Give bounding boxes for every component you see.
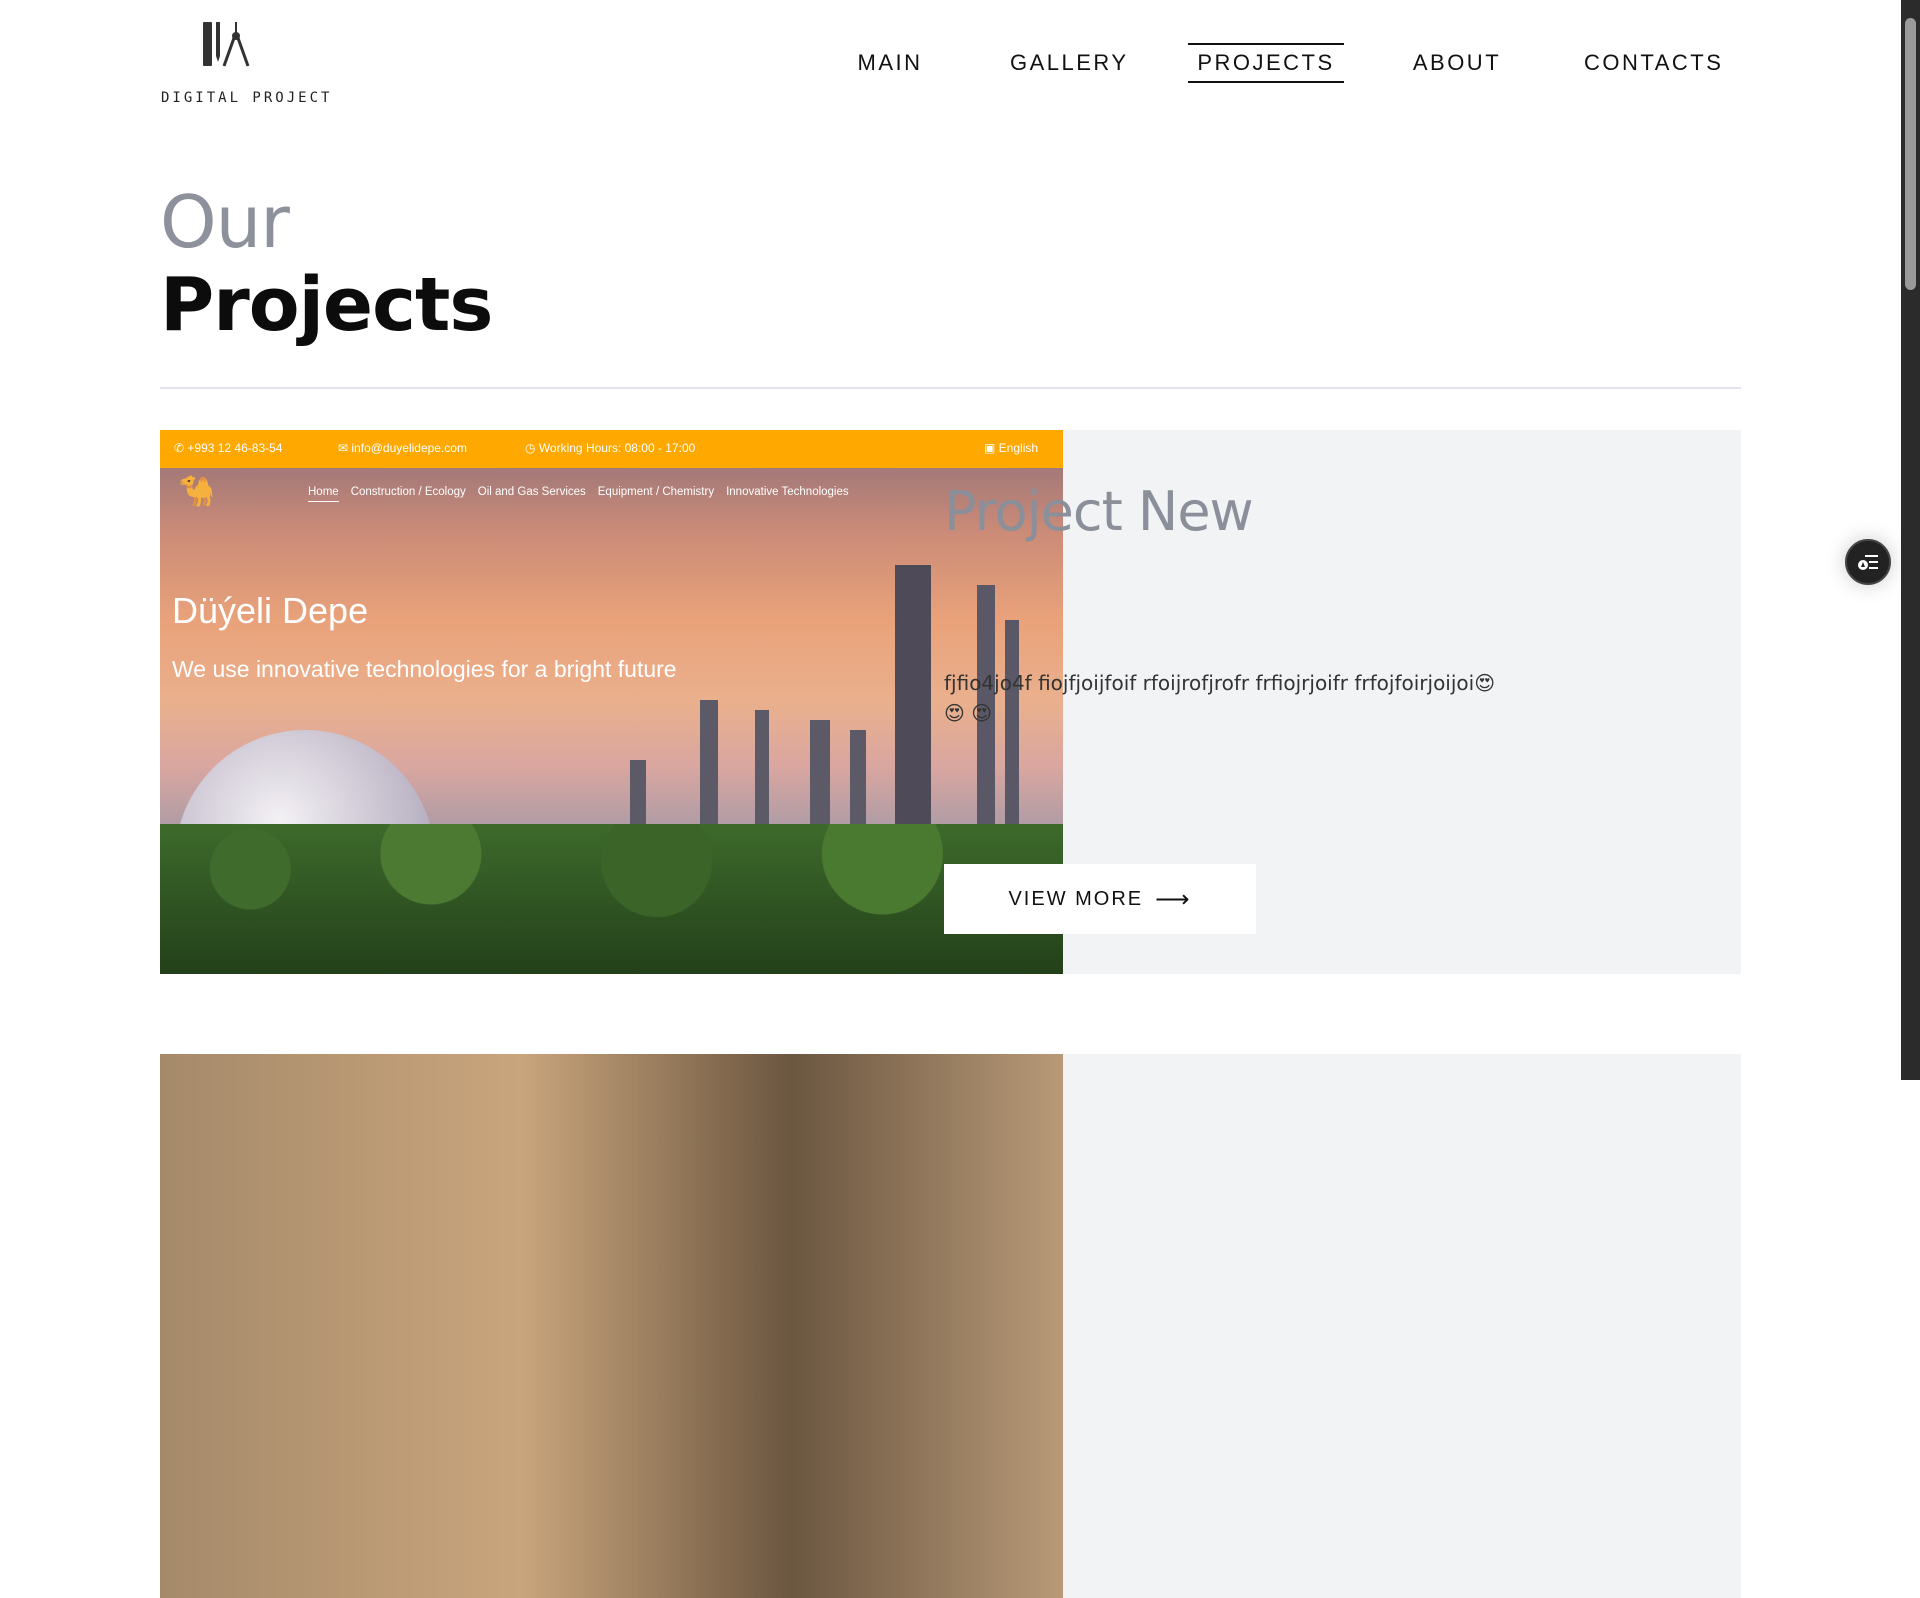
nav-projects[interactable]: PROJECTS	[1188, 43, 1344, 83]
project-description: fjfio4jo4f fiojfjoijfoif rfoijrofjrofr f…	[944, 671, 1496, 725]
logo-text: DIGITAL PROJECT	[161, 90, 333, 106]
project-title: Project New	[944, 480, 1254, 543]
screenshot-nav-item: Equipment / Chemistry	[597, 486, 715, 498]
screenshot-topbar: ✆ +993 12 46-83-54 ✉ info@duyelidepe.com…	[160, 430, 1063, 468]
language: ▣ English	[984, 441, 1039, 455]
hours: ◷ Working Hours: 08:00 - 17:00	[525, 441, 696, 455]
heading-projects: Projects	[160, 262, 493, 348]
nav-contacts[interactable]: CONTACTS	[1584, 43, 1721, 83]
nav-gallery[interactable]: GALLERY	[1010, 43, 1126, 83]
accessibility-menu-button[interactable]	[1845, 539, 1891, 585]
divider	[160, 387, 1741, 389]
view-more-label: VIEW MORE	[1008, 887, 1144, 910]
project-screenshot[interactable]: ✆ +993 12 46-83-54 ✉ info@duyelidepe.com…	[160, 430, 1063, 974]
trees	[160, 824, 1063, 974]
screenshot-nav: Home Construction / Ecology Oil and Gas Se…	[308, 486, 861, 502]
scrollbar[interactable]	[1901, 0, 1920, 1080]
project-screenshot[interactable]	[160, 1054, 1063, 1598]
arrow-right-icon: ⟶	[1155, 885, 1192, 913]
screenshot-hero-title: Düýeli Depe	[172, 590, 369, 631]
heading-our: Our	[160, 180, 290, 264]
scrollbar-thumb[interactable]	[1905, 18, 1916, 290]
phone: ✆ +993 12 46-83-54	[174, 441, 283, 455]
screenshot-nav-item: Innovative Technologies	[726, 486, 849, 498]
nav-about[interactable]: ABOUT	[1412, 43, 1502, 83]
screenshot-nav-item: Oil and Gas Services	[477, 486, 586, 498]
screenshot-nav-item: Home	[308, 486, 339, 502]
nav-main[interactable]: MAIN	[852, 43, 928, 83]
screenshot-nav-item: Construction / Ecology	[350, 486, 466, 498]
email: ✉ info@duyelidepe.com	[338, 441, 467, 455]
screenshot-hero-subtitle: We use innovative technologies for a bri…	[172, 656, 677, 682]
project-card	[160, 1054, 1741, 1598]
view-more-button[interactable]: VIEW MORE ⟶	[944, 864, 1256, 934]
list-settings-icon	[1858, 555, 1878, 570]
main-nav: MAIN GALLERY PROJECTS ABOUT CONTACTS	[0, 43, 1900, 83]
camel-logo-icon: 🐪	[178, 475, 216, 508]
